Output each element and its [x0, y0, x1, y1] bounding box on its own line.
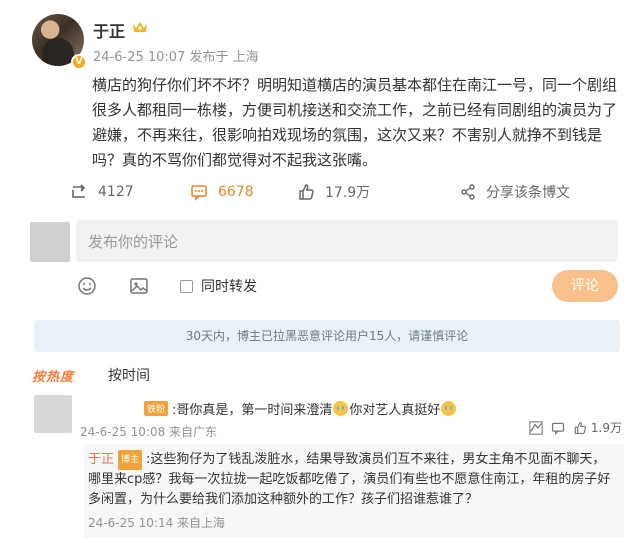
current-user-avatar [30, 222, 70, 262]
comment-composer: 发布你的评论 同时转发 评论 [30, 218, 620, 308]
crown-icon [133, 22, 147, 32]
fan-badge: 铁粉 [144, 401, 169, 416]
like-button[interactable]: 17.9万 [297, 176, 370, 208]
comment-stats: 1.9万 [525, 419, 622, 436]
share-button[interactable]: 分享该条博文 [460, 176, 570, 208]
post-action-bar: 4127 6678 17.9万 分享该条博文 [0, 176, 640, 208]
reply-item: 于正 博主:这些狗仔为了钱乱泼脏水，结果导致演员们互不来往，男女主角不见面不聊天，… [84, 444, 624, 538]
post-text: 横店的狗仔你们坏不坏？明明知道横店的演员基本都住在南江一号，同一个剧组很多人都租… [92, 76, 618, 169]
repost-icon [70, 183, 88, 201]
like-count: 17.9万 [325, 185, 371, 201]
reply-icon[interactable] [551, 421, 565, 435]
commenter-avatar[interactable] [34, 395, 72, 433]
reply-author[interactable]: 于正 [88, 452, 114, 467]
reply-body: :这些狗仔为了钱乱泼脏水，结果导致演员们互不来往，男女主角不见面不聊天，哪里来c… [88, 452, 611, 507]
crying-emoji-icon [441, 401, 457, 416]
blogger-badge: 博主 [118, 450, 143, 470]
thumbs-up-icon [297, 183, 315, 201]
post-location: 发布于 上海 [189, 50, 259, 65]
crying-emoji-icon [333, 401, 349, 416]
emoji-icon[interactable] [76, 275, 98, 297]
repost-count: 4127 [98, 184, 134, 200]
comment-icon [190, 183, 208, 201]
comment-input[interactable]: 发布你的评论 [76, 220, 618, 262]
comment-like-count: 1.9万 [590, 421, 622, 435]
comment-button[interactable]: 6678 [190, 176, 254, 208]
repost-button[interactable]: 4127 [70, 176, 134, 208]
comment-text-part2: 你对艺人真挺好 [349, 403, 441, 418]
comment-count: 6678 [218, 184, 254, 200]
post-meta: 24-6-25 10:07 发布于 上海 [93, 46, 259, 65]
post-header: V 于正 24-6-25 10:07 发布于 上海 [32, 14, 612, 70]
moderation-notice: 30天内，博主已拉黑恶意评论用户15人，请谨慎评论 [34, 320, 620, 352]
verified-badge-icon: V [71, 54, 87, 70]
image-icon[interactable] [128, 275, 150, 297]
comment-meta: 24-6-25 10:08 来自广东 [80, 425, 218, 439]
repost-checkbox[interactable] [180, 279, 193, 293]
share-icon[interactable] [529, 420, 543, 435]
comment-text-part1: :哥你真是，第一时间来澄清 [172, 403, 333, 418]
tab-sort-by-hot[interactable]: 按热度 [32, 366, 74, 385]
post-timestamp[interactable]: 24-6-25 10:07 [93, 50, 185, 65]
reply-meta: 24-6-25 10:14 来自上海 [88, 516, 226, 530]
thumbs-up-icon[interactable] [573, 421, 587, 435]
share-label: 分享该条博文 [486, 185, 570, 201]
author-name[interactable]: 于正 [93, 18, 125, 42]
share-icon [460, 184, 476, 200]
repost-checkbox-label[interactable]: 同时转发 [201, 276, 257, 296]
submit-comment-button[interactable]: 评论 [552, 270, 618, 302]
composer-toolbar: 同时转发 [76, 274, 257, 298]
reply-text: 于正 博主:这些狗仔为了钱乱泼脏水，结果导致演员们互不来往，男女主角不见面不聊天，… [88, 450, 616, 510]
comment-text: 铁粉 :哥你真是，第一时间来澄清 你对艺人真挺好 [144, 399, 457, 418]
tab-sort-by-time[interactable]: 按时间 [108, 365, 150, 385]
comment-sort-tabs: 按热度 按时间 [32, 363, 150, 387]
